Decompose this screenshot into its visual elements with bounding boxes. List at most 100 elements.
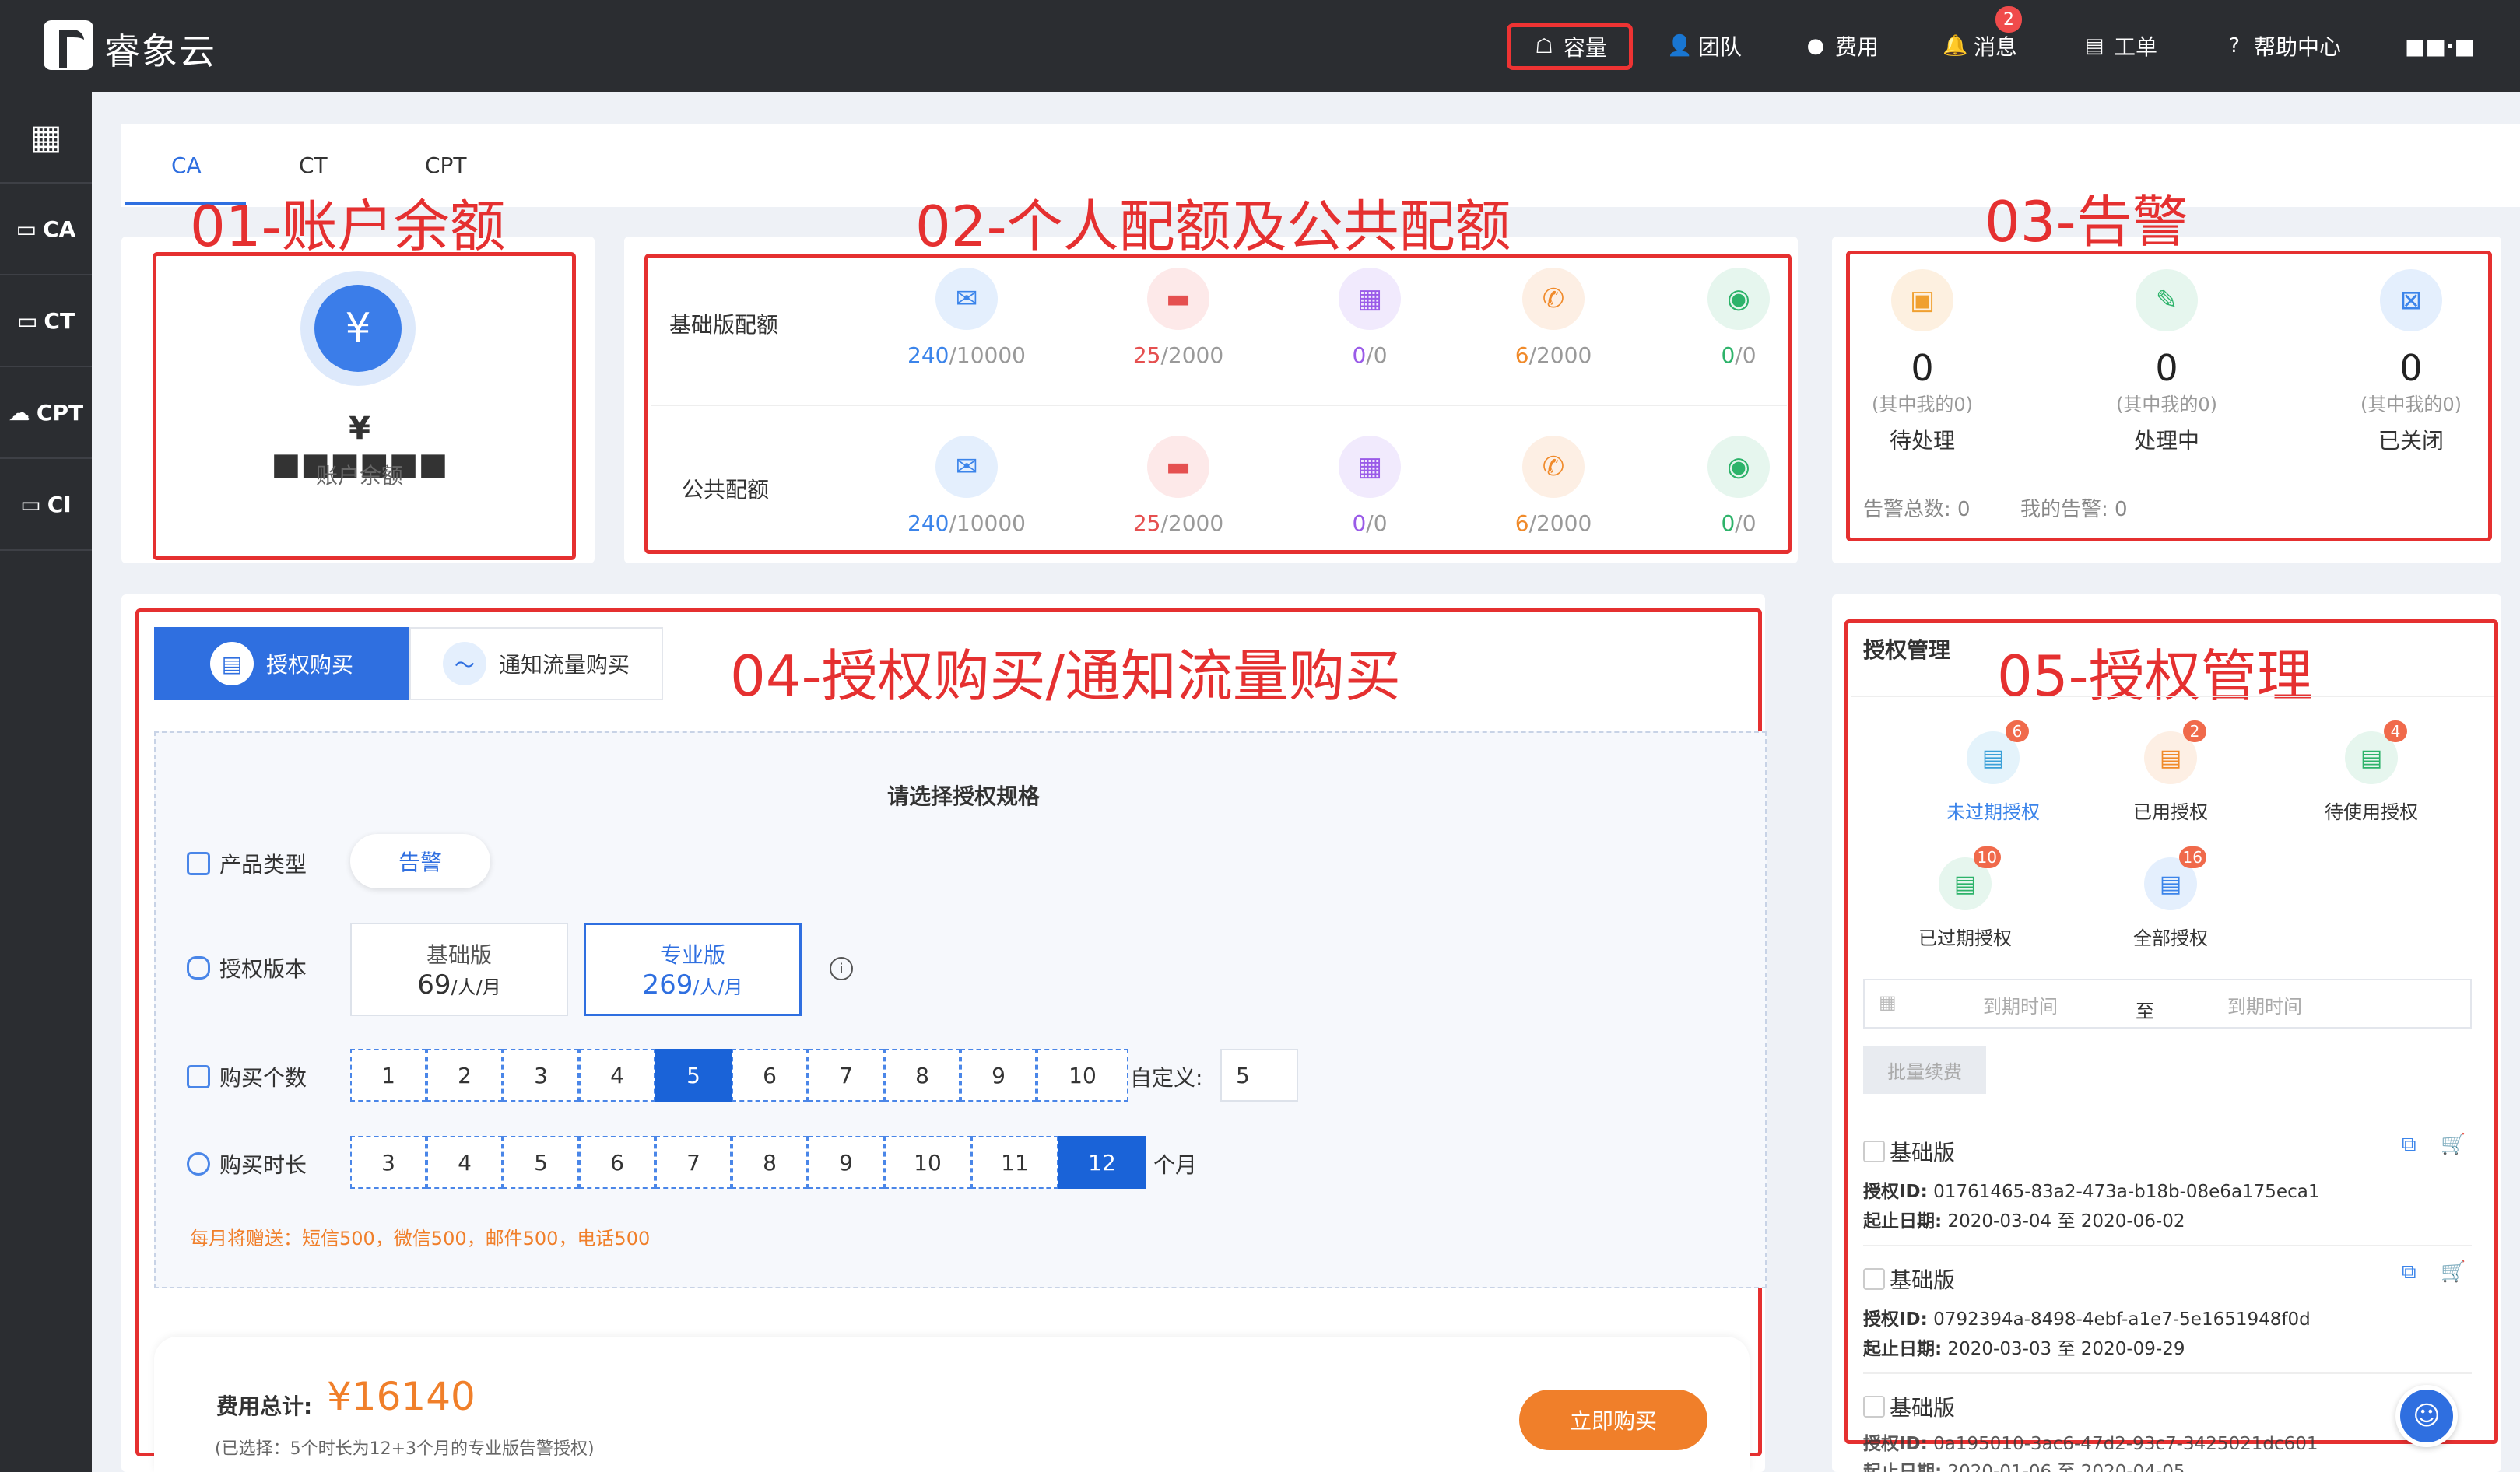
messages-badge: 2 bbox=[1995, 6, 2022, 33]
public-app-quota: 0/0 bbox=[1352, 510, 1388, 536]
copy-icon[interactable]: ⧉ bbox=[2402, 1260, 2416, 1284]
license-item: 基础版 bbox=[1863, 1136, 1955, 1167]
buy-now-button[interactable]: 立即购买 bbox=[1519, 1390, 1707, 1450]
duration-option[interactable]: 5 bbox=[503, 1136, 579, 1189]
calendar-icon: ▦ bbox=[1879, 991, 1897, 1013]
license-all[interactable]: ▤ 16 全部授权 bbox=[2104, 846, 2237, 950]
edition-pro[interactable]: 专业版 269/人/月 bbox=[584, 923, 802, 1016]
logo-icon[interactable] bbox=[44, 20, 93, 70]
annotation-04: 04-授权购买/通知流量购买 bbox=[730, 643, 1401, 709]
app-icon: ▦ bbox=[1339, 268, 1401, 330]
count-option[interactable]: 1 bbox=[350, 1049, 426, 1102]
nav-user[interactable]: ■■·■ bbox=[2405, 26, 2475, 65]
list-divider bbox=[1863, 1372, 2472, 1374]
sms-icon: ▬ bbox=[1147, 436, 1209, 498]
clipboard-icon: ▤ bbox=[2084, 34, 2104, 58]
license-checkbox[interactable] bbox=[1863, 1141, 1885, 1162]
product-type-chip[interactable]: 告警 bbox=[350, 834, 490, 888]
alert-pending[interactable]: 0 (其中我的0) 待处理 bbox=[1844, 347, 2000, 455]
tab-ct[interactable]: CT bbox=[299, 152, 328, 178]
count-option[interactable]: 7 bbox=[808, 1049, 884, 1102]
date-end-input[interactable]: 到期时间 bbox=[2227, 991, 2302, 1018]
product-type-label: 产品类型 bbox=[187, 848, 307, 879]
alert-closed[interactable]: 0 (其中我的0) 已关闭 bbox=[2333, 347, 2489, 455]
tab-ca[interactable]: CA bbox=[171, 152, 202, 178]
public-phone-quota: 6/2000 bbox=[1514, 510, 1592, 536]
closed-icon: ⊠ bbox=[2380, 269, 2442, 331]
sidebar-item-ct[interactable]: ▭ CT bbox=[0, 275, 92, 367]
count-option[interactable]: 10 bbox=[1037, 1049, 1128, 1102]
email-icon: ✉ bbox=[935, 436, 998, 498]
sidebar-item-ca[interactable]: ▭ CA bbox=[0, 184, 92, 275]
license-date: 起止日期: 2020-03-03 至 2020-09-29 bbox=[1863, 1339, 2185, 1359]
sidebar-item-ci[interactable]: ▭ CI bbox=[0, 459, 92, 551]
count-option[interactable]: 8 bbox=[884, 1049, 960, 1102]
date-range-picker[interactable] bbox=[1863, 979, 2472, 1029]
count-option[interactable]: 2 bbox=[426, 1049, 503, 1102]
basic-app-quota: 0/0 bbox=[1352, 342, 1388, 368]
batch-renew-button[interactable]: 批量续费 bbox=[1863, 1046, 1986, 1094]
license-checkbox[interactable] bbox=[1863, 1396, 1885, 1418]
sidebar-item-dashboard[interactable]: ▦ bbox=[0, 92, 92, 184]
duration-option[interactable]: 6 bbox=[579, 1136, 655, 1189]
duration-option-selected[interactable]: 12 bbox=[1058, 1136, 1146, 1189]
license-expired[interactable]: ▤ 10 已过期授权 bbox=[1899, 846, 2031, 950]
basic-wechat-quota: 0/0 bbox=[1721, 342, 1757, 368]
alert-processing[interactable]: 0 (其中我的0) 处理中 bbox=[2089, 347, 2244, 455]
nav-billing[interactable]: ● 费用 bbox=[1804, 26, 1879, 65]
license-date: 起止日期: 2020-03-04 至 2020-06-02 bbox=[1863, 1211, 2185, 1232]
shield-icon bbox=[187, 956, 210, 980]
tab-flow-purchase[interactable]: 〜 通知流量购买 bbox=[409, 627, 663, 700]
logo-text[interactable]: 睿象云 bbox=[104, 23, 216, 75]
cart-icon[interactable]: 🛒 bbox=[2441, 1133, 2466, 1156]
count-option[interactable]: 3 bbox=[503, 1049, 579, 1102]
duration-option[interactable]: 8 bbox=[732, 1136, 808, 1189]
duration-option[interactable]: 11 bbox=[971, 1136, 1058, 1189]
date-start-input[interactable]: 到期时间 bbox=[1983, 991, 2058, 1018]
count-option[interactable]: 6 bbox=[732, 1049, 808, 1102]
tab-cpt[interactable]: CPT bbox=[425, 152, 467, 178]
basic-sms-quota: 25/2000 bbox=[1132, 342, 1224, 368]
duration-option[interactable]: 10 bbox=[884, 1136, 971, 1189]
count-option[interactable]: 9 bbox=[960, 1049, 1037, 1102]
nav-capacity[interactable]: ☖ 容量 bbox=[1507, 23, 1633, 70]
public-quota-label: 公共配额 bbox=[682, 477, 770, 503]
count-selector: 1 2 3 4 5 6 7 8 9 10 bbox=[350, 1049, 1128, 1102]
duration-option[interactable]: 4 bbox=[426, 1136, 503, 1189]
annotation-05: 05-授权管理 bbox=[1997, 643, 2313, 709]
nav-help[interactable]: ? 帮助中心 bbox=[2223, 26, 2341, 65]
license-pending[interactable]: ▤ 4 待使用授权 bbox=[2305, 720, 2438, 824]
monitor-icon: ▭ bbox=[20, 491, 41, 517]
document-icon: ▤ 2 bbox=[2144, 720, 2206, 784]
spec-title: 请选择授权规格 bbox=[886, 783, 1040, 809]
license-divider bbox=[1851, 696, 2494, 697]
custom-count-input[interactable]: 5 bbox=[1220, 1049, 1298, 1102]
bell-icon: 🔔 bbox=[1943, 34, 1968, 58]
sidebar-item-cpt[interactable]: ☁ CPT bbox=[0, 367, 92, 459]
basic-phone-quota: 6/2000 bbox=[1514, 342, 1592, 368]
nav-tickets[interactable]: ▤ 工单 bbox=[2083, 26, 2157, 65]
copy-icon[interactable]: ⧉ bbox=[2402, 1133, 2416, 1157]
nav-team[interactable]: 👤 团队 bbox=[1667, 26, 1742, 65]
count-option-selected[interactable]: 5 bbox=[655, 1049, 732, 1102]
public-sms-quota: 25/2000 bbox=[1132, 510, 1224, 536]
duration-option[interactable]: 9 bbox=[808, 1136, 884, 1189]
tab-auth-purchase[interactable]: ▤ 授权购买 bbox=[154, 627, 409, 700]
public-email-quota: 240/10000 bbox=[907, 510, 1026, 536]
duration-option[interactable]: 3 bbox=[350, 1136, 426, 1189]
license-unexpired[interactable]: ▤ 6 未过期授权 bbox=[1927, 720, 2059, 824]
license-title: 授权管理 bbox=[1863, 637, 1951, 663]
sms-icon: ▬ bbox=[1147, 268, 1209, 330]
cart-icon[interactable]: 🛒 bbox=[2441, 1260, 2466, 1284]
annotation-box-02 bbox=[644, 254, 1792, 554]
license-used[interactable]: ▤ 2 已用授权 bbox=[2104, 720, 2237, 824]
count-option[interactable]: 4 bbox=[579, 1049, 655, 1102]
info-icon[interactable]: i bbox=[830, 957, 853, 980]
cloud-icon: ☁ bbox=[8, 399, 30, 426]
duration-option[interactable]: 7 bbox=[655, 1136, 732, 1189]
chat-bubble-icon[interactable]: ☺ bbox=[2395, 1385, 2458, 1447]
annotation-03: 03-告警 bbox=[1985, 189, 2188, 254]
license-checkbox[interactable] bbox=[1863, 1268, 1885, 1290]
annotation-01: 01-账户余额 bbox=[190, 194, 506, 259]
edition-basic[interactable]: 基础版 69/人/月 bbox=[350, 923, 568, 1016]
